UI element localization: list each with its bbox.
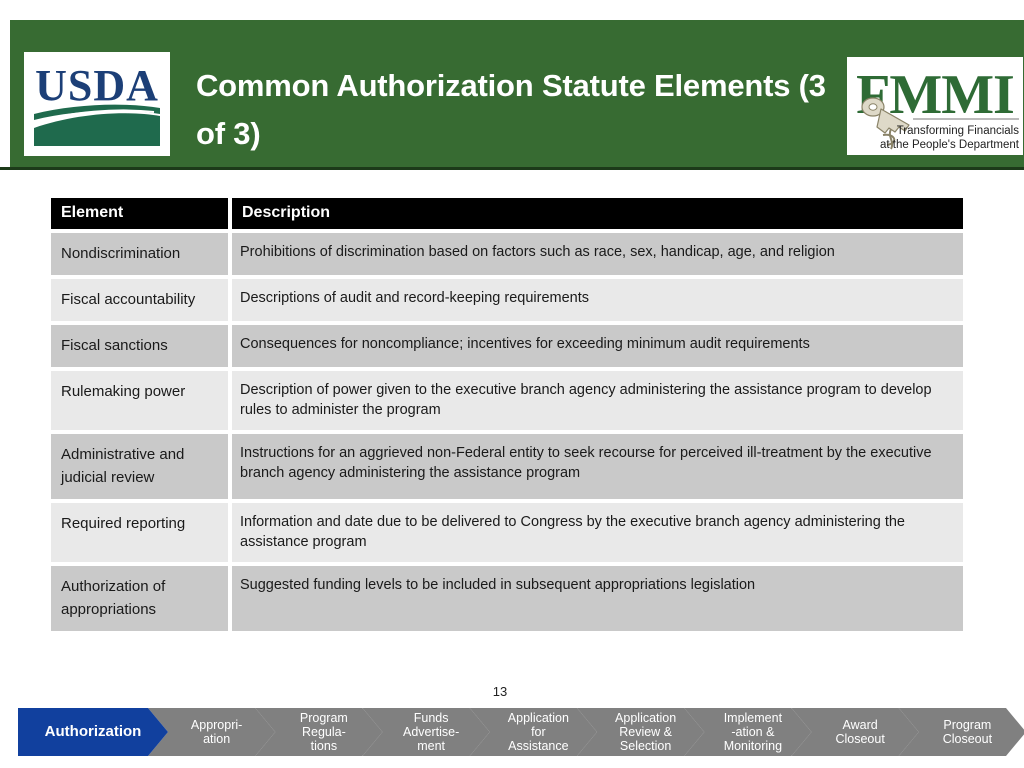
cell-element: Rulemaking power xyxy=(51,371,228,430)
cell-description: Consequences for noncompliance; incentiv… xyxy=(232,325,963,367)
cell-element: Authorization of appropriations xyxy=(51,566,228,631)
cell-element: Administrative and judicial review xyxy=(51,434,228,499)
process-step-authorization[interactable]: Authorization xyxy=(18,708,168,756)
cell-description: Instructions for an aggrieved non-Federa… xyxy=(232,434,963,499)
table-header-row: Element Description xyxy=(51,198,963,229)
page-number: 13 xyxy=(492,684,508,699)
page-title: Common Authorization Statute Elements (3… xyxy=(196,68,826,151)
usda-logo: USDA xyxy=(24,52,170,156)
process-step-label: Application for Assistance xyxy=(507,711,569,753)
fmmi-logo: FMMI Transforming Financials at the Peop… xyxy=(847,57,1023,155)
process-step-label: Appropri- ation xyxy=(190,718,243,746)
table-row: Administrative and judicial review Instr… xyxy=(51,434,963,499)
header-divider-rule xyxy=(0,167,1024,170)
cell-description: Description of power given to the execut… xyxy=(232,371,963,430)
column-header-description: Description xyxy=(232,198,963,229)
table-row: Required reporting Information and date … xyxy=(51,503,963,562)
cell-description: Descriptions of audit and record-keeping… xyxy=(232,279,963,321)
table-body: Nondiscrimination Prohibitions of discri… xyxy=(51,229,963,631)
table-row: Rulemaking power Description of power gi… xyxy=(51,371,963,430)
cell-description: Prohibitions of discrimination based on … xyxy=(232,233,963,275)
process-step-label: Implement -ation & Monitoring xyxy=(723,711,783,753)
column-header-element: Element xyxy=(51,198,228,229)
table-row: Fiscal sanctions Consequences for noncom… xyxy=(51,325,963,367)
table-row: Authorization of appropriations Suggeste… xyxy=(51,566,963,631)
process-step-label: Program Regula- tions xyxy=(299,711,348,753)
statute-elements-table: Element Description Nondiscrimination Pr… xyxy=(51,198,963,631)
cell-element: Required reporting xyxy=(51,503,228,562)
cell-element: Fiscal accountability xyxy=(51,279,228,321)
process-step-label: Award Closeout xyxy=(835,718,885,746)
process-step-label: Funds Advertise- ment xyxy=(402,711,460,753)
process-step-label: Application Review & Selection xyxy=(615,711,677,753)
cell-description: Information and date due to be delivered… xyxy=(232,503,963,562)
cell-description: Suggested funding levels to be included … xyxy=(232,566,963,631)
cell-element: Fiscal sanctions xyxy=(51,325,228,367)
svg-text:USDA: USDA xyxy=(35,61,159,110)
table-row: Fiscal accountability Descriptions of au… xyxy=(51,279,963,321)
process-step-label: Authorization xyxy=(44,723,142,740)
svg-text:Transforming Financials: Transforming Financials xyxy=(897,125,1020,137)
table-row: Nondiscrimination Prohibitions of discri… xyxy=(51,233,963,275)
svg-text:at the People's Department: at the People's Department xyxy=(880,139,1020,151)
process-flow-chevrons: Authorization Appropri- ation Program Regu… xyxy=(18,708,1024,756)
process-step-label: Program Closeout xyxy=(942,718,993,746)
cell-element: Nondiscrimination xyxy=(51,233,228,275)
